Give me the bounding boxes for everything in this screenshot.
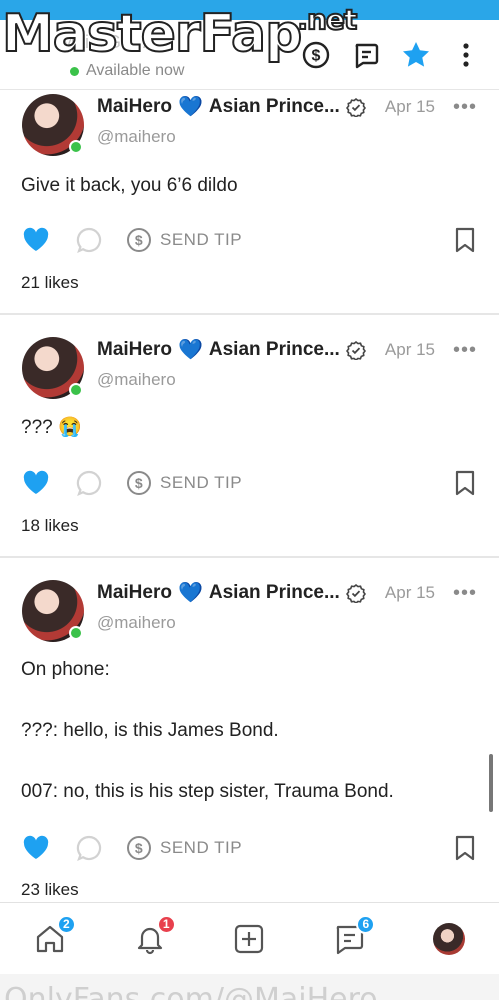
- author-handle[interactable]: @maihero: [97, 613, 176, 633]
- heart-icon[interactable]: [22, 469, 50, 497]
- availability-status: Available now: [70, 62, 184, 80]
- heart-icon[interactable]: [22, 834, 50, 862]
- nav-create-post[interactable]: [229, 919, 269, 959]
- comment-icon[interactable]: [76, 835, 102, 861]
- nav-notifications[interactable]: 1: [130, 914, 176, 959]
- footer-watermark-text: OnlyFans.com/@MaiHero...: [4, 982, 406, 1000]
- author-row[interactable]: MaiHero 💙 Asian Prince...: [97, 94, 366, 119]
- bookmark-icon[interactable]: [453, 227, 477, 253]
- notifications-badge: 1: [156, 914, 176, 934]
- more-horizontal-icon[interactable]: •••: [453, 96, 477, 119]
- star-icon[interactable]: [401, 40, 431, 70]
- svg-text:$: $: [135, 840, 143, 856]
- author-title: Asian Prince...: [208, 95, 340, 117]
- post-card: MaiHero 💙 Asian Prince... Apr 15 ••• @ma…: [0, 90, 499, 315]
- post-actions: $ SEND TIP: [22, 467, 477, 499]
- dollar-icon[interactable]: $: [301, 40, 331, 70]
- bookmark-icon[interactable]: [453, 470, 477, 496]
- post-date: Apr 15: [384, 97, 435, 116]
- post-actions: $ SEND TIP: [22, 224, 477, 256]
- post-text: Give it back, you 6’6 dildo: [21, 175, 238, 196]
- like-count[interactable]: 21 likes: [21, 273, 79, 293]
- online-dot-icon: [69, 626, 83, 640]
- post-text-line: ???: hello, is this James Bond.: [21, 720, 279, 741]
- like-count[interactable]: 18 likes: [21, 516, 79, 536]
- dollar-icon: $: [127, 228, 151, 252]
- messages-badge: 6: [356, 914, 376, 934]
- online-dot-icon: [69, 140, 83, 154]
- author-handle[interactable]: @maihero: [97, 127, 176, 147]
- footer-watermark: OnlyFans.com/@MaiHero...: [0, 974, 499, 1000]
- nav-messages[interactable]: 6: [329, 914, 376, 959]
- message-icon[interactable]: [351, 40, 381, 70]
- scrollbar[interactable]: [489, 754, 493, 812]
- author-handle[interactable]: @maihero: [97, 370, 176, 390]
- avatar[interactable]: [22, 580, 84, 642]
- more-vertical-icon[interactable]: [451, 40, 481, 70]
- availability-label: Available now: [86, 62, 185, 79]
- author-name: MaiHero: [97, 338, 172, 360]
- add-square-icon: [235, 924, 264, 953]
- author-row[interactable]: MaiHero 💙 Asian Prince...: [97, 580, 366, 605]
- like-count[interactable]: 23 likes: [21, 880, 79, 900]
- comment-icon[interactable]: [76, 227, 102, 253]
- blue-heart-icon: 💙: [177, 339, 203, 361]
- more-horizontal-icon[interactable]: •••: [453, 339, 477, 362]
- verified-icon: [345, 583, 366, 603]
- dollar-icon: $: [127, 836, 151, 860]
- svg-text:$: $: [312, 48, 321, 65]
- svg-text:$: $: [135, 232, 143, 248]
- send-tip-label: SEND TIP: [160, 473, 243, 492]
- post-text-line: 007: no, this is his step sister, Trauma…: [21, 781, 394, 802]
- send-tip-label: SEND TIP: [160, 838, 243, 857]
- send-tip-button[interactable]: $ SEND TIP: [126, 470, 242, 496]
- bookmark-icon[interactable]: [453, 835, 477, 861]
- verified-icon: [345, 97, 366, 117]
- post-feed: MaiHero 💙 Asian Prince... Apr 15 ••• @ma…: [0, 90, 499, 902]
- header-actions: $: [301, 40, 481, 70]
- author-title: Asian Prince...: [208, 338, 340, 360]
- avatar[interactable]: [22, 337, 84, 399]
- home-badge: 2: [56, 914, 76, 934]
- author-name: MaiHero: [97, 581, 172, 603]
- send-tip-label: SEND TIP: [160, 230, 243, 249]
- nav-profile[interactable]: [429, 919, 469, 959]
- author-title: Asian Prince...: [208, 581, 340, 603]
- verified-icon: [345, 340, 366, 360]
- post-text: ??? 😭: [21, 417, 82, 438]
- send-tip-button[interactable]: $ SEND TIP: [126, 835, 242, 861]
- dollar-icon: $: [127, 471, 151, 495]
- author-row[interactable]: MaiHero 💙 Asian Prince...: [97, 337, 366, 362]
- svg-text:$: $: [135, 475, 143, 491]
- comment-icon[interactable]: [76, 470, 102, 496]
- author-name: MaiHero: [97, 95, 172, 117]
- post-date: Apr 15: [384, 583, 435, 602]
- online-dot-icon: [69, 383, 83, 397]
- send-tip-button[interactable]: $ SEND TIP: [126, 227, 242, 253]
- more-horizontal-icon[interactable]: •••: [453, 582, 477, 605]
- post-card: MaiHero 💙 Asian Prince... Apr 15 ••• @ma…: [0, 558, 499, 902]
- avatar[interactable]: [22, 94, 84, 156]
- post-actions: $ SEND TIP: [22, 832, 477, 864]
- avatar: [433, 922, 466, 955]
- online-dot-icon: [70, 66, 79, 76]
- heart-icon[interactable]: [22, 226, 50, 254]
- post-text-line: On phone:: [21, 659, 110, 680]
- blue-heart-icon: 💙: [177, 96, 203, 118]
- post-date: Apr 15: [384, 340, 435, 359]
- nav-home[interactable]: 2: [30, 914, 76, 959]
- blue-heart-icon: 💙: [177, 582, 203, 604]
- post-card: MaiHero 💙 Asian Prince... Apr 15 ••• @ma…: [0, 315, 499, 558]
- profile-header: Mai…G… A… MasterFap.net Available now $: [0, 0, 499, 90]
- bottom-navigation: 2 1 6: [0, 902, 499, 974]
